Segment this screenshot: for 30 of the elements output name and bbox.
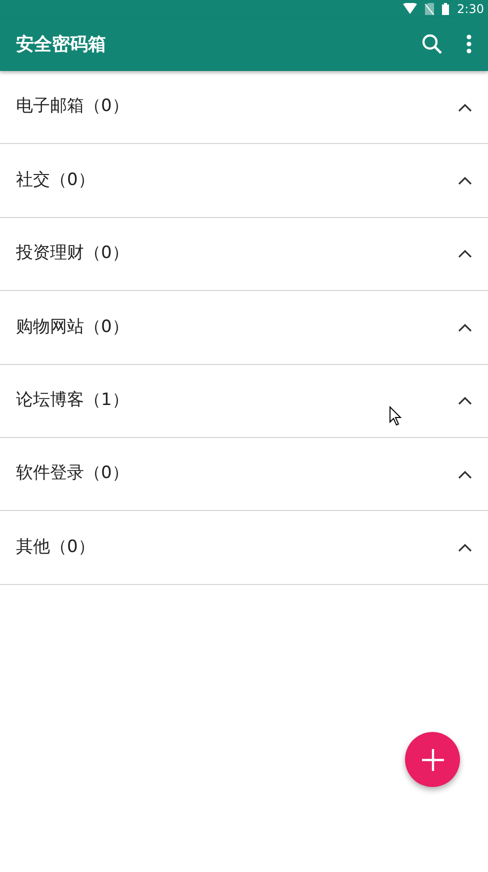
- category-label: 电子邮箱（0）: [16, 95, 130, 118]
- category-label: 软件登录（0）: [16, 462, 130, 486]
- no-sim-icon: [425, 2, 434, 14]
- category-label: 其他（0）: [16, 536, 96, 559]
- category-row[interactable]: 购物网站（0）: [0, 291, 488, 365]
- category-label: 论坛博客（1）: [16, 389, 130, 412]
- status-time: 2:30: [457, 0, 484, 18]
- plus-icon: [422, 748, 444, 770]
- app-title: 安全密码箱: [16, 32, 107, 56]
- caret-icon: [458, 249, 472, 258]
- category-row[interactable]: 其他（0）: [0, 511, 488, 585]
- add-button[interactable]: [405, 732, 460, 787]
- caret-icon: [458, 396, 472, 406]
- caret-icon: [458, 102, 472, 112]
- caret-icon: [458, 176, 472, 186]
- category-row[interactable]: 投资理财（0）: [0, 218, 488, 292]
- wifi-icon: [403, 3, 418, 14]
- category-row[interactable]: 电子邮箱（0）: [0, 71, 488, 144]
- battery-icon: [442, 2, 450, 14]
- category-row[interactable]: 社交（0）: [0, 144, 488, 218]
- category-label: 投资理财（0）: [16, 242, 130, 266]
- mouse-cursor-icon: [389, 406, 402, 426]
- caret-icon: [458, 470, 472, 479]
- caret-icon: [458, 322, 472, 332]
- search-icon[interactable]: [422, 34, 442, 54]
- caret-icon: [458, 543, 472, 552]
- category-label: 社交（0）: [16, 168, 96, 192]
- category-row[interactable]: 软件登录（0）: [0, 438, 488, 512]
- more-options-icon[interactable]: [466, 34, 472, 54]
- category-label: 购物网站（0）: [16, 316, 130, 339]
